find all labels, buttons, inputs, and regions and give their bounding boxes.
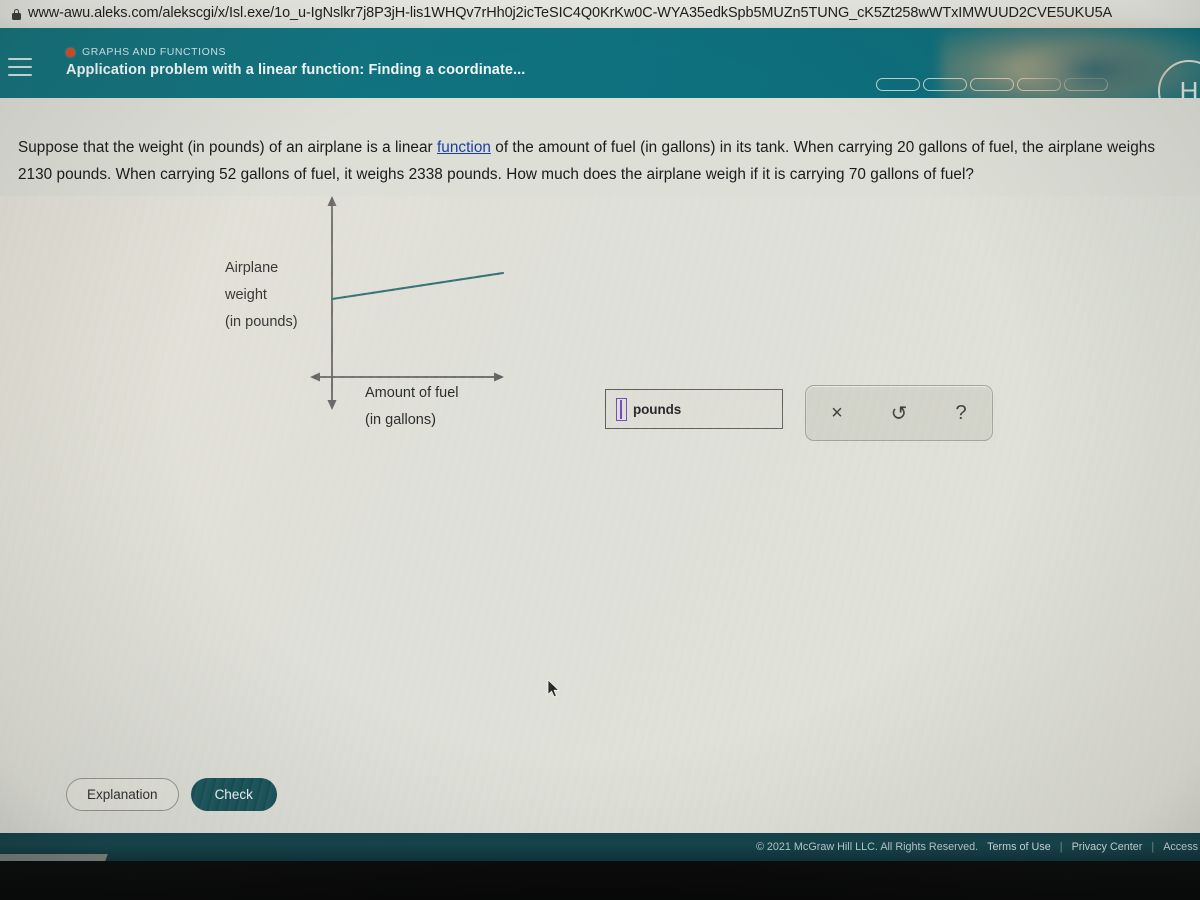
- x-axis-arrow-right: [494, 372, 504, 382]
- answer-input[interactable]: pounds: [605, 389, 783, 429]
- function-glossary-link[interactable]: function: [437, 139, 491, 156]
- page-title: Application problem with a linear functi…: [66, 62, 526, 78]
- check-button[interactable]: Check: [190, 778, 277, 811]
- hamburger-icon[interactable]: [8, 58, 32, 76]
- topic-kicker: GRAPHS AND FUNCTIONS: [66, 46, 525, 58]
- topic-label: GRAPHS AND FUNCTIONS: [82, 46, 227, 58]
- progress-segment: [1017, 78, 1061, 91]
- accessibility-link[interactable]: Access: [1163, 841, 1198, 853]
- privacy-center-link[interactable]: Privacy Center: [1072, 841, 1143, 853]
- linear-function-line: [330, 271, 505, 301]
- footer-separator: |: [1059, 841, 1063, 853]
- screen: www-awu.aleks.com/alekscgi/x/Isl.exe/1o_…: [0, 0, 1200, 900]
- recording-dot-icon: [66, 47, 75, 57]
- problem-text-part1: Suppose that the weight (in pounds) of a…: [18, 139, 437, 156]
- browser-url-bar[interactable]: www-awu.aleks.com/alekscgi/x/Isl.exe/1o_…: [0, 0, 1200, 28]
- progress-segment: [970, 78, 1014, 91]
- device-bezel: [0, 861, 1200, 900]
- answer-unit-label: pounds: [633, 401, 682, 417]
- lock-icon: [12, 8, 21, 20]
- help-button[interactable]: ?: [942, 394, 980, 432]
- footer-separator: |: [1151, 841, 1155, 853]
- y-axis-arrow-up: [327, 196, 337, 206]
- y-axis-label: Airplane weight (in pounds): [225, 255, 298, 336]
- progress-indicator: [876, 78, 1108, 91]
- main-content: Suppose that the weight (in pounds) of a…: [0, 98, 1200, 900]
- app-header: GRAPHS AND FUNCTIONS Application problem…: [0, 28, 1200, 122]
- progress-segment: [1064, 78, 1108, 91]
- y-axis-arrow-down: [327, 400, 337, 410]
- undo-button[interactable]: ↺: [880, 394, 918, 432]
- problem-statement: Suppose that the weight (in pounds) of a…: [18, 134, 1188, 188]
- x-axis-label-line1: Amount of fuel: [365, 385, 459, 401]
- mouse-cursor: [547, 679, 560, 698]
- x-axis-label: Amount of fuel (in gallons): [365, 380, 459, 434]
- footer: © 2021 McGraw Hill LLC. All Rights Reser…: [0, 833, 1200, 861]
- math-entry-cursor[interactable]: [616, 397, 627, 421]
- y-axis-label-line1: Airplane: [225, 260, 279, 276]
- terms-of-use-link[interactable]: Terms of Use: [987, 841, 1051, 853]
- explanation-button[interactable]: Explanation: [66, 778, 179, 811]
- copyright-text: © 2021 McGraw Hill LLC. All Rights Reser…: [755, 841, 979, 853]
- url-text[interactable]: www-awu.aleks.com/alekscgi/x/Isl.exe/1o_…: [28, 5, 1112, 21]
- x-axis-label-line2: (in gallons): [365, 412, 436, 428]
- header-text-block: GRAPHS AND FUNCTIONS Application problem…: [66, 46, 525, 78]
- action-buttons: Explanation Check: [66, 778, 277, 811]
- answer-toolbar: × ↺ ?: [805, 385, 993, 441]
- clear-button[interactable]: ×: [818, 394, 856, 432]
- y-axis-label-line3: (in pounds): [225, 314, 298, 330]
- progress-segment: [876, 78, 920, 91]
- x-axis-arrow-left: [310, 372, 320, 382]
- progress-segment: [923, 78, 967, 91]
- y-axis-label-line2: weight: [225, 287, 267, 303]
- graph-illustration: Airplane weight (in pounds) Amount of fu…: [225, 193, 525, 433]
